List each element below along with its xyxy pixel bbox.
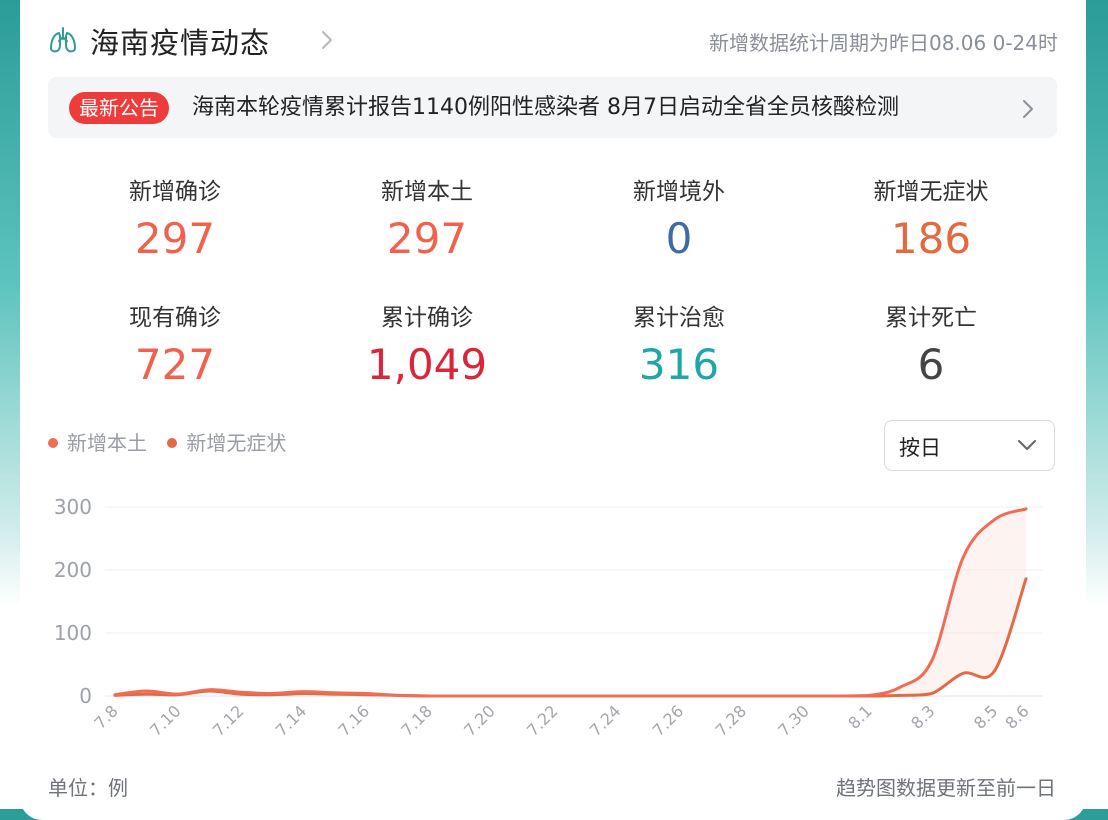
legend-item-asymptomatic[interactable]: 新增无症状 <box>167 427 286 456</box>
x-tick-label: 7.18 <box>397 701 436 740</box>
stat-new-confirmed: 新增确诊 297 <box>75 177 275 267</box>
stat-value: 186 <box>890 214 972 263</box>
y-tick-label: 200 <box>54 558 92 582</box>
x-tick-label: 8.5 <box>970 701 1001 732</box>
x-tick-label: 7.12 <box>209 701 248 740</box>
x-tick-label: 8.6 <box>1001 701 1032 732</box>
stat-value: 0 <box>665 214 693 263</box>
x-tick-label: 7.10 <box>146 701 185 740</box>
stats-period-text: 新增数据统计周期为昨日08.06 0-24时 <box>708 31 1058 55</box>
stat-new-imported: 新增境外 0 <box>579 177 779 267</box>
stat-total-confirmed: 累计确诊 1,049 <box>327 303 527 393</box>
y-tick-label: 100 <box>54 621 92 645</box>
legend-dot <box>48 437 58 448</box>
stat-value: 316 <box>638 340 720 389</box>
x-tick-label: 7.22 <box>523 701 562 740</box>
legend-label: 新增本土 <box>67 431 147 455</box>
x-tick-label: 7.14 <box>272 701 311 740</box>
trend-chart: 0 100 200 300 7.8 7.10 7.12 7.14 7.16 7.18 7.20 7.2… <box>54 495 1043 740</box>
y-tick-label: 300 <box>54 495 92 519</box>
legend-label: 新增无症状 <box>186 431 287 455</box>
y-tick-label: 0 <box>79 684 92 708</box>
x-tick-label: 7.16 <box>335 701 374 740</box>
x-tick-label: 8.3 <box>907 701 938 732</box>
series-line-asymptomatic <box>113 577 1028 698</box>
stat-value: 6 <box>917 340 945 389</box>
update-note: 趋势图数据更新至前一日 <box>836 776 1056 800</box>
x-tick-label: 7.8 <box>90 701 121 732</box>
header: 海南疫情动态 新增数据统计周期为昨日08.06 0-24时 <box>48 18 1058 62</box>
stat-value: 297 <box>134 214 216 263</box>
chevron-right-icon[interactable] <box>1021 97 1035 121</box>
x-tick-label: 7.28 <box>711 701 750 740</box>
stat-new-asymptomatic: 新增无症状 186 <box>831 177 1031 267</box>
period-select[interactable]: 按日 <box>884 420 1055 471</box>
unit-label: 单位：例 <box>48 776 128 800</box>
stat-label: 新增本土 <box>381 179 473 205</box>
legend-item-local[interactable]: 新增本土 <box>48 427 147 456</box>
latest-notice-bar[interactable]: 最新公告 海南本轮疫情累计报告1140例阳性感染者 8月7日启动全省全员核酸检测 <box>48 77 1057 138</box>
stat-label: 新增确诊 <box>129 179 221 205</box>
x-tick-label: 7.30 <box>774 701 813 740</box>
legend-dot <box>167 437 178 448</box>
chevron-down-icon <box>1018 440 1036 450</box>
stat-current-confirmed: 现有确诊 727 <box>75 303 275 393</box>
notice-text: 海南本轮疫情累计报告1140例阳性感染者 8月7日启动全省全员核酸检测 <box>192 95 899 120</box>
stat-value: 727 <box>134 340 216 389</box>
stat-label: 新增境外 <box>633 179 725 205</box>
stat-value: 297 <box>386 214 468 263</box>
lungs-icon <box>50 27 76 53</box>
stat-label: 累计死亡 <box>885 305 977 331</box>
x-tick-label: 7.26 <box>649 701 688 740</box>
stat-new-local: 新增本土 297 <box>327 177 527 267</box>
stat-total-deaths: 累计死亡 6 <box>831 303 1031 393</box>
notice-badge: 最新公告 <box>69 92 169 124</box>
x-tick-label: 8.1 <box>844 701 875 732</box>
chevron-right-icon[interactable] <box>320 28 334 52</box>
stat-label: 累计确诊 <box>381 305 473 331</box>
stat-total-cured: 累计治愈 316 <box>579 303 779 393</box>
stat-label: 累计治愈 <box>633 305 725 331</box>
page-title[interactable]: 海南疫情动态 <box>90 20 270 62</box>
stat-label: 现有确诊 <box>129 305 221 331</box>
series-band-fill <box>115 508 1026 696</box>
x-tick-label: 7.24 <box>586 701 625 740</box>
x-tick-label: 7.20 <box>460 701 499 740</box>
period-select-value: 按日 <box>899 436 941 460</box>
stat-value: 1,049 <box>366 340 488 389</box>
chart-legend: 新增本土 新增无症状 <box>48 427 300 456</box>
series-line-local <box>113 507 1028 698</box>
stat-label: 新增无症状 <box>873 179 989 205</box>
